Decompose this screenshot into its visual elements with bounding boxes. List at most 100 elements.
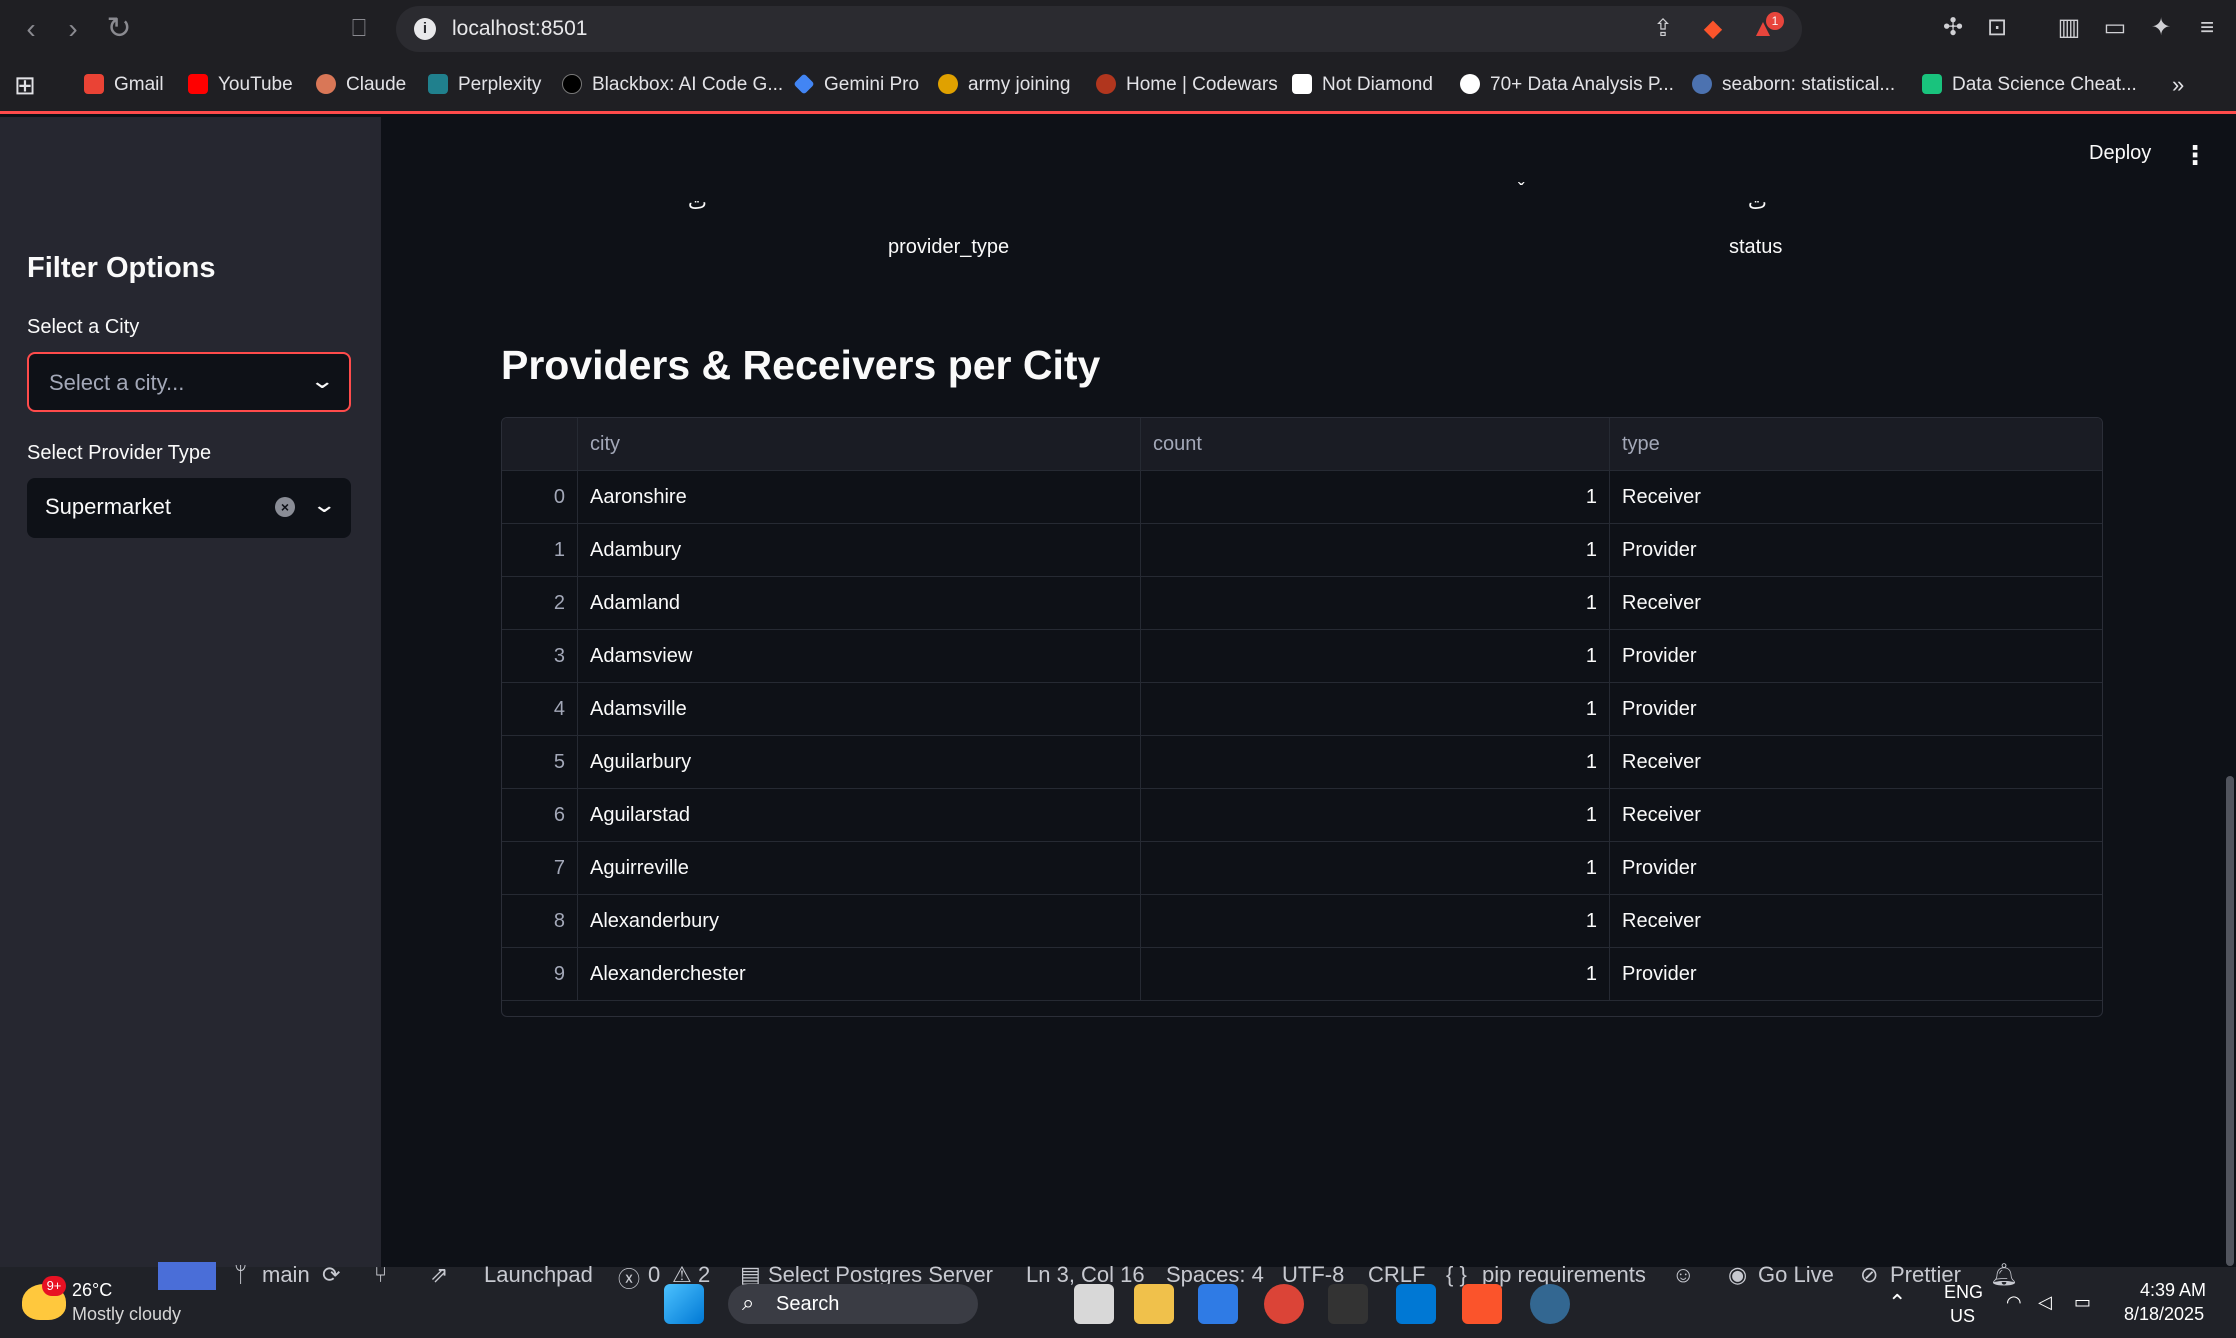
branch-name[interactable]: main xyxy=(262,1262,310,1288)
table-row[interactable]: 0 Aaronshire 1 Receiver xyxy=(502,471,2102,524)
git-graph-icon[interactable]: ⑂ xyxy=(374,1262,387,1288)
brave-icon[interactable] xyxy=(1462,1284,1502,1324)
bell-icon[interactable]: 🔔︎ xyxy=(1990,1262,2018,1288)
volume-icon[interactable]: ◁ xyxy=(2038,1292,2052,1313)
language-top[interactable]: ENG xyxy=(1944,1282,1983,1303)
language-bottom[interactable]: US xyxy=(1950,1306,1975,1327)
table-row[interactable]: 2 Adamland 1 Receiver xyxy=(502,577,2102,630)
provider-type-select[interactable]: Supermarket × ⌄ xyxy=(27,478,351,538)
city-select[interactable]: Select a city... ⌄ xyxy=(27,352,351,412)
address-bar[interactable]: i localhost:8501 ⇪ ◆ ▲ 1 xyxy=(396,6,1802,52)
cell-city[interactable]: Aaronshire xyxy=(578,471,1141,523)
bookmark-claude[interactable]: Claude xyxy=(316,70,406,100)
cell-city[interactable]: Adamsview xyxy=(578,630,1141,682)
bookmark-army-joining[interactable]: army joining xyxy=(938,70,1070,100)
copilot-icon[interactable]: ☺ xyxy=(1672,1262,1694,1288)
postgresql-icon[interactable] xyxy=(1530,1284,1570,1324)
row-index[interactable]: 8 xyxy=(502,895,578,947)
go-live-button[interactable]: Go Live xyxy=(1758,1262,1834,1288)
wifi-icon[interactable]: ◠ xyxy=(2006,1292,2022,1313)
table-row[interactable]: 7 Aguirreville 1 Provider xyxy=(502,842,2102,895)
taskbar-search[interactable]: ⌕ Search xyxy=(728,1284,978,1324)
screenshot-icon[interactable]: ⊡ xyxy=(1982,13,2012,43)
table-row[interactable]: 5 Aguilarbury 1 Receiver xyxy=(502,736,2102,789)
cell-type[interactable]: Receiver xyxy=(1610,471,2102,523)
sync-icon[interactable]: ⟳ xyxy=(322,1262,340,1288)
chrome-icon[interactable] xyxy=(1264,1284,1304,1324)
cell-city[interactable]: Adambury xyxy=(578,524,1141,576)
show-hidden-icons[interactable]: ⌃ xyxy=(1888,1290,1906,1316)
leo-ai-icon[interactable]: ✦ xyxy=(2146,13,2176,43)
row-index[interactable]: 5 xyxy=(502,736,578,788)
apps-grid-icon[interactable]: ⊞ xyxy=(14,70,36,100)
cell-count[interactable]: 1 xyxy=(1141,471,1610,523)
battery-icon[interactable]: ▭ xyxy=(2074,1292,2091,1313)
table-row[interactable]: 6 Aguilarstad 1 Receiver xyxy=(502,789,2102,842)
error-count[interactable]: 0 xyxy=(648,1262,660,1288)
cell-city[interactable]: Aguirreville xyxy=(578,842,1141,894)
cell-count[interactable]: 1 xyxy=(1141,577,1610,629)
cell-type[interactable]: Provider xyxy=(1610,683,2102,735)
cell-count[interactable]: 1 xyxy=(1141,789,1610,841)
table-row[interactable]: 8 Alexanderbury 1 Receiver xyxy=(502,895,2102,948)
row-index[interactable]: 9 xyxy=(502,948,578,1000)
bookmark-icon[interactable]: ⎕ xyxy=(342,12,376,46)
bookmark-data-analysis[interactable]: 70+ Data Analysis P... xyxy=(1460,70,1674,100)
row-index[interactable]: 3 xyxy=(502,630,578,682)
brave-shield-icon[interactable]: ◆ xyxy=(1698,14,1728,44)
row-index[interactable]: 4 xyxy=(502,683,578,735)
cell-type[interactable]: Provider xyxy=(1610,630,2102,682)
forward-icon[interactable]: › xyxy=(56,12,90,46)
cell-type[interactable]: Provider xyxy=(1610,948,2102,1000)
bookmark-codewars[interactable]: Home | Codewars xyxy=(1096,70,1278,100)
cell-type[interactable]: Receiver xyxy=(1610,736,2102,788)
table-row[interactable]: 1 Adambury 1 Provider xyxy=(502,524,2102,577)
launchpad-label[interactable]: Launchpad xyxy=(484,1262,593,1288)
page-scrollbar[interactable] xyxy=(2226,776,2234,1266)
row-index[interactable]: 7 xyxy=(502,842,578,894)
row-index[interactable]: 6 xyxy=(502,789,578,841)
more-options-icon[interactable]: ⋮ xyxy=(2182,140,2208,171)
more-bookmarks-icon[interactable]: » xyxy=(2172,70,2184,100)
cell-count[interactable]: 1 xyxy=(1141,948,1610,1000)
cell-count[interactable]: 1 xyxy=(1141,630,1610,682)
cell-city[interactable]: Alexanderchester xyxy=(578,948,1141,1000)
cell-count[interactable]: 1 xyxy=(1141,842,1610,894)
row-index[interactable]: 0 xyxy=(502,471,578,523)
vscode-icon[interactable] xyxy=(1396,1284,1436,1324)
app-icon[interactable] xyxy=(1328,1284,1368,1324)
column-header-type[interactable]: type xyxy=(1610,418,2102,470)
cell-count[interactable]: 1 xyxy=(1141,524,1610,576)
site-info-icon[interactable]: i xyxy=(414,18,436,40)
cell-city[interactable]: Aguilarbury xyxy=(578,736,1141,788)
extensions-icon[interactable]: ✣ xyxy=(1938,13,1968,43)
reload-icon[interactable]: ↻ xyxy=(102,12,136,46)
cell-city[interactable]: Adamsville xyxy=(578,683,1141,735)
microsoft-store-icon[interactable] xyxy=(1198,1284,1238,1324)
dataframe-table[interactable]: city count type 0 Aaronshire 1 Receiver 1 Ada… xyxy=(501,417,2103,1017)
back-icon[interactable]: ‹ xyxy=(14,12,48,46)
row-index[interactable]: 1 xyxy=(502,524,578,576)
bookmark-perplexity[interactable]: Perplexity xyxy=(428,70,541,100)
cell-type[interactable]: Receiver xyxy=(1610,789,2102,841)
bookmark-gemini[interactable]: Gemini Pro xyxy=(793,70,919,100)
sidebar-toggle-icon[interactable]: ▥ xyxy=(2054,13,2084,43)
column-header-count[interactable]: count xyxy=(1141,418,1610,470)
cell-city[interactable]: Adamland xyxy=(578,577,1141,629)
bookmark-youtube[interactable]: YouTube xyxy=(188,70,293,100)
windows-start-icon[interactable] xyxy=(664,1284,704,1324)
clear-icon[interactable]: × xyxy=(275,497,295,517)
cell-count[interactable]: 1 xyxy=(1141,895,1610,947)
column-header-city[interactable]: city xyxy=(578,418,1141,470)
cell-city[interactable]: Aguilarstad xyxy=(578,789,1141,841)
file-explorer-icon[interactable] xyxy=(1134,1284,1174,1324)
bookmark-gmail[interactable]: Gmail xyxy=(84,70,164,100)
cell-count[interactable]: 1 xyxy=(1141,683,1610,735)
row-index[interactable]: 2 xyxy=(502,577,578,629)
clock-time[interactable]: 4:39 AM xyxy=(2140,1280,2206,1301)
bookmark-seaborn[interactable]: seaborn: statistical... xyxy=(1692,70,1895,100)
cell-city[interactable]: Alexanderbury xyxy=(578,895,1141,947)
remote-button[interactable] xyxy=(158,1262,216,1290)
cell-count[interactable]: 1 xyxy=(1141,736,1610,788)
table-row[interactable]: 4 Adamsville 1 Provider xyxy=(502,683,2102,736)
